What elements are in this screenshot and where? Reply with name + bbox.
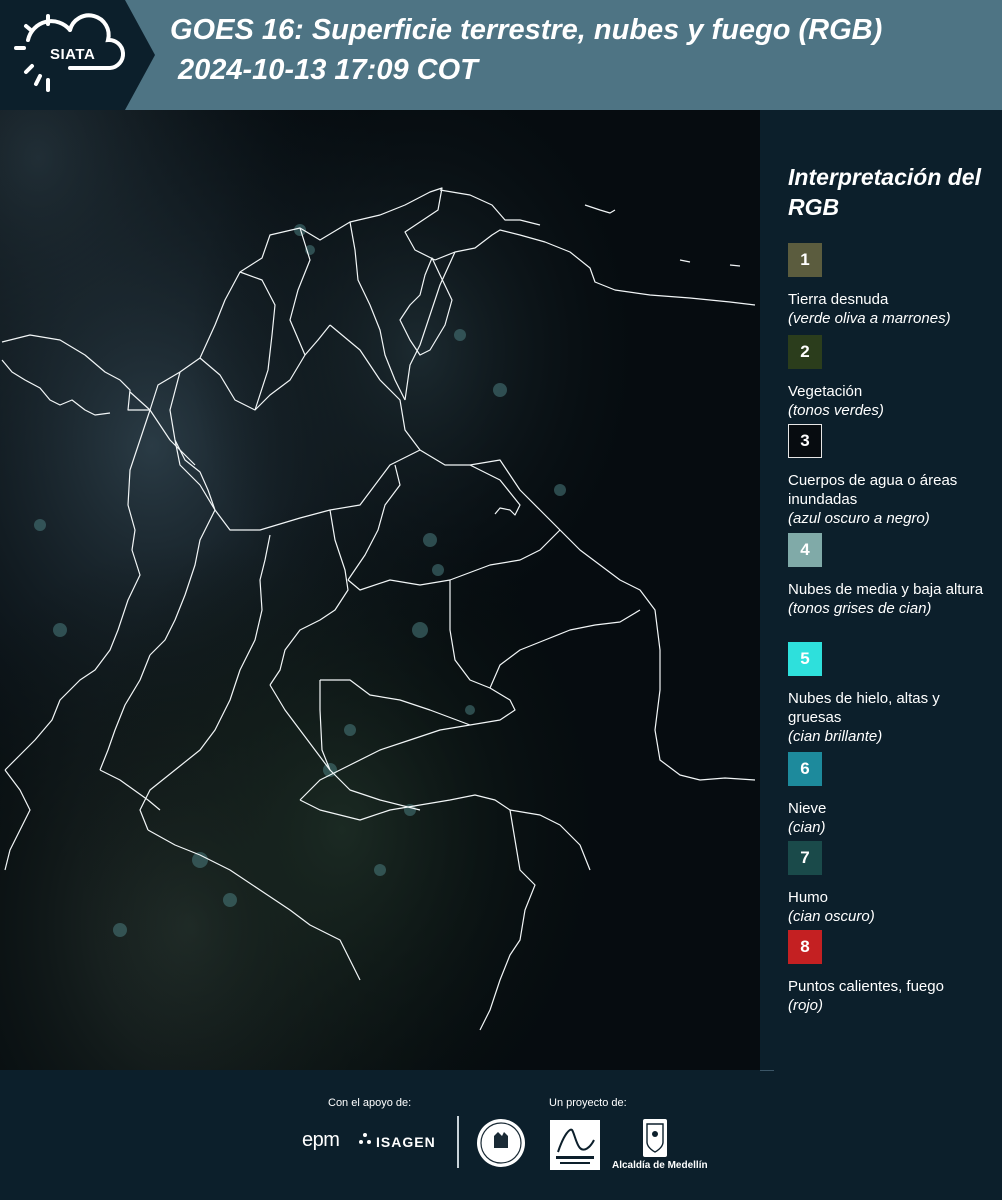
legend-item-label: Vegetación xyxy=(788,383,863,400)
timestamp: 2024-10-13 17:09 COT xyxy=(178,54,478,86)
satellite-map[interactable] xyxy=(0,110,760,1070)
legend-item-label: Nubes de media y baja altura xyxy=(788,581,984,598)
siata-logo[interactable]: SIATA xyxy=(0,0,155,110)
legend-panel: Interpretación del RGB 1 Tierra desnuda … xyxy=(760,110,1002,1070)
legend-item-desc: (cian brillante) xyxy=(788,728,883,745)
legend-item-label: Nieve xyxy=(788,800,827,817)
swatch-1: 1 xyxy=(788,243,822,277)
footer: Con el apoyo de: Un proyecto de: epm ISA… xyxy=(0,1070,1002,1200)
isagen-mark-icon xyxy=(359,1133,371,1144)
swatch-7: 7 xyxy=(788,841,822,875)
header: SIATA GOES 16: Superficie terrestre, nub… xyxy=(0,0,1002,110)
legend-item-8: 8 Puntos calientes, fuego (rojo) xyxy=(788,930,988,1015)
legend-item-6: 6 Nieve (cian) xyxy=(788,752,988,837)
legend-title: Interpretación del RGB xyxy=(788,164,981,220)
epm-logo[interactable]: epm xyxy=(302,1129,340,1152)
legend-item-3: 3 Cuerpos de agua o áreas inundadas (azu… xyxy=(788,424,988,528)
legend-item-2: 2 Vegetación (tonos verdes) xyxy=(788,335,988,420)
area-metropolitana-icon xyxy=(556,1128,595,1164)
swatch-4: 4 xyxy=(788,533,822,567)
swatch-5: 5 xyxy=(788,642,822,676)
legend-item-desc: (tonos grises de cian) xyxy=(788,600,932,617)
swatch-2: 2 xyxy=(788,335,822,369)
isagen-logo[interactable]: ISAGEN xyxy=(376,1134,436,1150)
alcaldia-label[interactable]: Alcaldía de Medellín xyxy=(612,1160,708,1171)
footer-divider-line xyxy=(760,1070,774,1071)
legend-item-desc: (rojo) xyxy=(788,997,824,1014)
swatch-8: 8 xyxy=(788,930,822,964)
footer-divider xyxy=(457,1116,459,1168)
swatch-3: 3 xyxy=(788,424,822,458)
alcaldia-shield-icon xyxy=(643,1119,667,1157)
legend-item-4: 4 Nubes de media y baja altura (tonos gr… xyxy=(788,533,988,618)
siata-logo-text: SIATA xyxy=(50,46,96,63)
legend-item-1: 1 Tierra desnuda (verde oliva a marrones… xyxy=(788,243,988,328)
satellite-image xyxy=(0,110,760,1070)
legend-item-7: 7 Humo (cian oscuro) xyxy=(788,841,988,926)
support-label: Con el apoyo de: xyxy=(328,1097,412,1109)
legend-item-label: Cuerpos de agua o áreas inundadas xyxy=(788,472,958,508)
legend-item-desc: (azul oscuro a negro) xyxy=(788,510,930,527)
legend-item-label: Puntos calientes, fuego xyxy=(788,978,944,995)
seal-icon[interactable] xyxy=(476,1118,526,1168)
legend-item-5: 5 Nubes de hielo, altas y gruesas (cian … xyxy=(788,642,988,746)
legend-item-label: Nubes de hielo, altas y gruesas xyxy=(788,690,940,726)
legend-item-desc: (cian) xyxy=(788,819,826,836)
swatch-6: 6 xyxy=(788,752,822,786)
legend-item-label: Tierra desnuda xyxy=(788,291,889,308)
legend-item-desc: (tonos verdes) xyxy=(788,402,884,419)
project-label: Un proyecto de: xyxy=(549,1097,627,1109)
legend-item-label: Humo xyxy=(788,889,829,906)
legend-item-desc: (verde oliva a marrones) xyxy=(788,310,951,327)
area-metropolitana-logo[interactable] xyxy=(550,1120,600,1170)
legend-item-desc: (cian oscuro) xyxy=(788,908,875,925)
page-title: GOES 16: Superficie terrestre, nubes y f… xyxy=(170,14,883,46)
